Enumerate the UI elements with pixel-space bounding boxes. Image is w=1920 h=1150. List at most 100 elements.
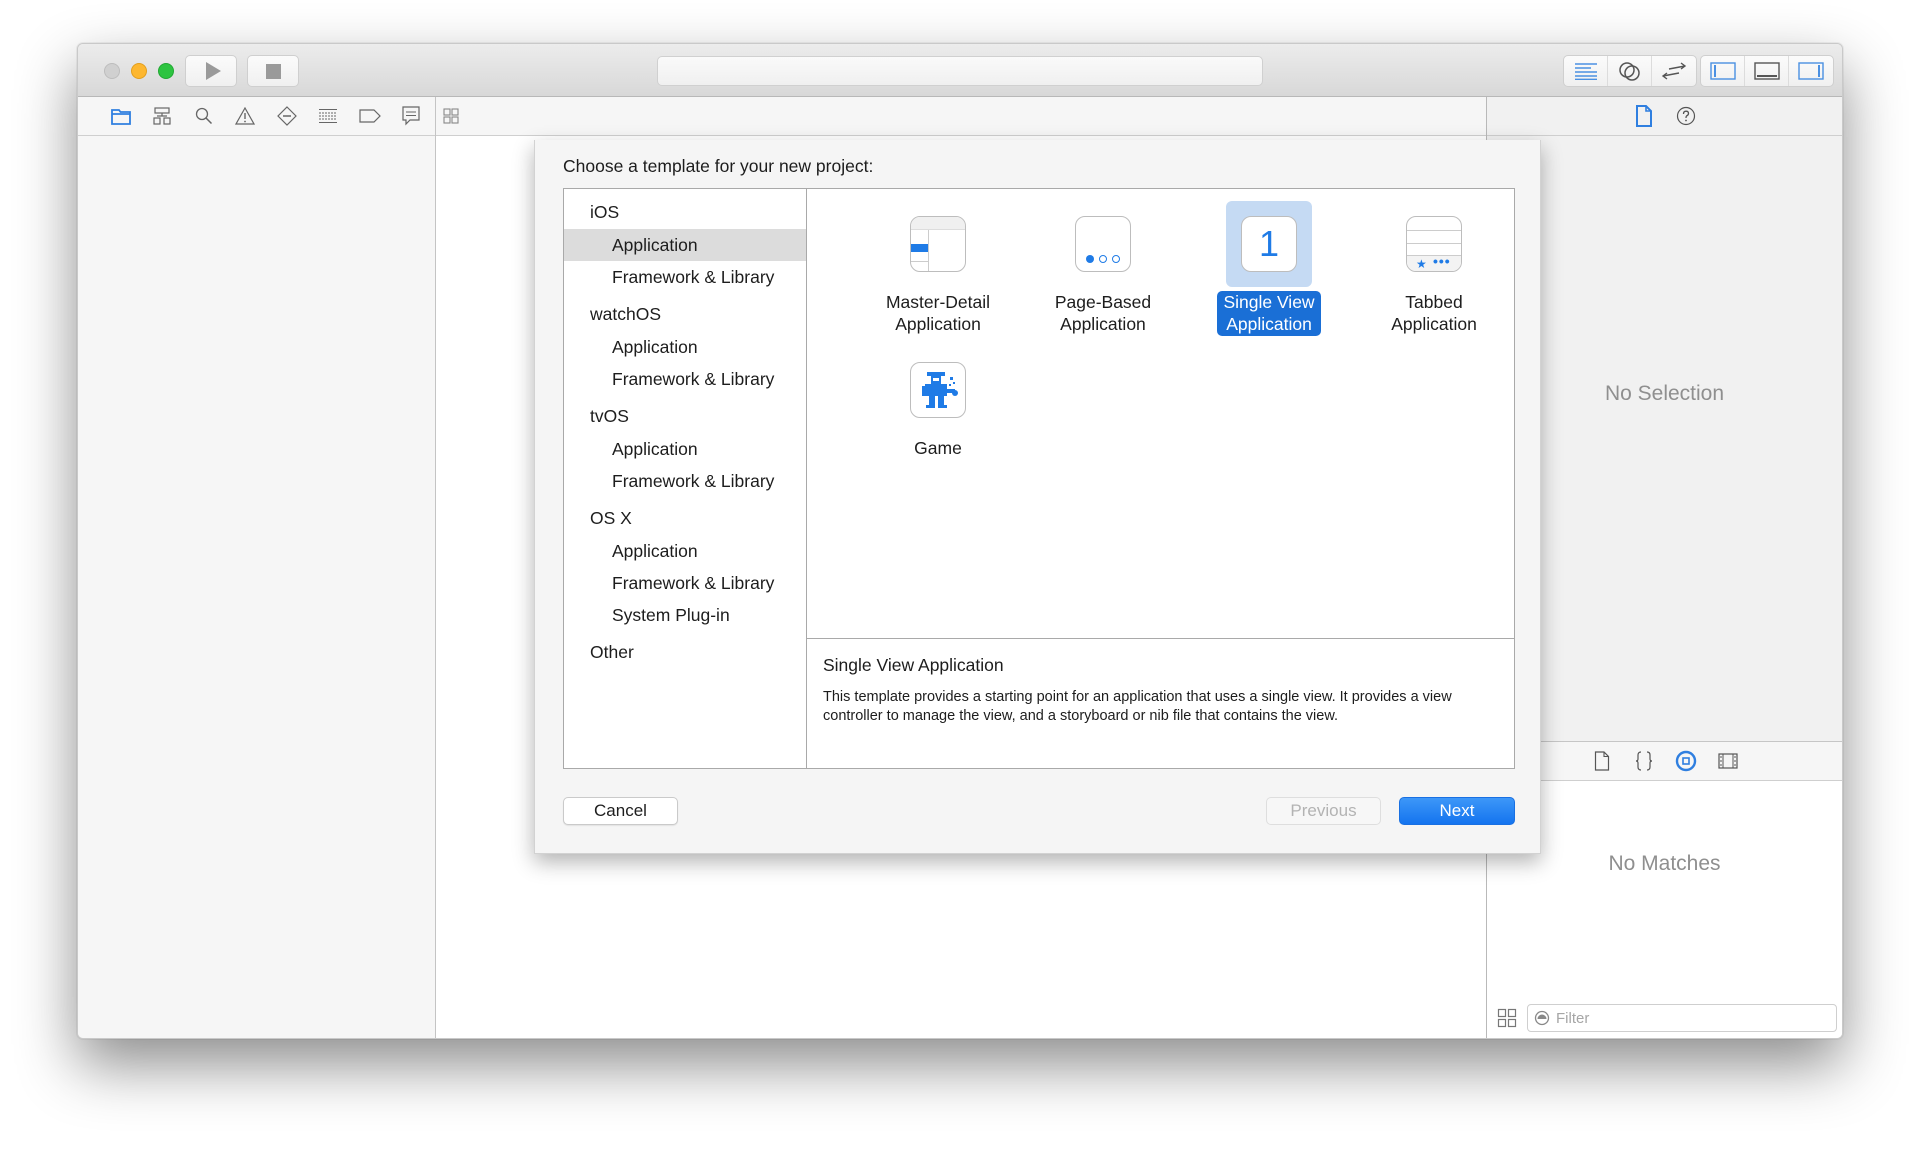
category-spacer [564, 669, 806, 673]
tab-symbol-navigator[interactable] [142, 101, 184, 131]
document-icon [1635, 105, 1652, 127]
game-robot-icon [910, 362, 966, 418]
navigator-tab-bar [78, 97, 435, 136]
tab-quick-help[interactable] [1675, 105, 1697, 127]
category-group[interactable]: Other [564, 635, 806, 669]
play-icon [205, 62, 221, 80]
next-button[interactable]: Next [1399, 797, 1515, 825]
utilities-toggle-button[interactable] [1789, 56, 1833, 86]
stop-icon [265, 63, 281, 79]
toolbar [78, 44, 1842, 97]
debug-area-toggle-button[interactable] [1745, 56, 1789, 86]
category-list: iOS Application Framework & Library watchOS… [564, 189, 807, 768]
template-description: Single View Application This template pr… [807, 639, 1514, 768]
category-item[interactable]: Application [564, 331, 806, 363]
bottom-panel-icon [1753, 62, 1780, 80]
question-circle-icon [1676, 106, 1695, 126]
tab-test-navigator[interactable] [266, 101, 308, 131]
braces-icon [1635, 751, 1652, 771]
no-matches-label: No Matches [1608, 852, 1721, 875]
cancel-button[interactable]: Cancel [563, 797, 678, 825]
tab-report-navigator[interactable] [391, 101, 433, 131]
tab-file-template-library[interactable] [1591, 750, 1613, 772]
template-label: Master-Detail Application [885, 292, 991, 334]
editor-mode-control [1563, 55, 1697, 87]
zoom-window-button[interactable] [158, 63, 174, 79]
navigator-panel [78, 97, 436, 1038]
run-button[interactable] [185, 55, 237, 87]
circle-square-icon [1675, 750, 1696, 772]
tab-debug-navigator[interactable] [308, 101, 350, 131]
diamond-minus-icon [276, 106, 297, 126]
category-item[interactable]: System Plug-in [564, 599, 806, 631]
dialog-title: Choose a template for your new project: [563, 156, 874, 176]
navigator-toggle-button[interactable] [1701, 56, 1745, 86]
category-group[interactable]: tvOS [564, 399, 806, 433]
speech-bubble-icon [402, 106, 420, 126]
tab-breakpoint-navigator[interactable] [349, 101, 391, 131]
search-icon [195, 107, 212, 125]
tab-file-inspector[interactable] [1633, 105, 1655, 127]
assistant-editor-button[interactable] [1608, 56, 1652, 86]
version-editor-button[interactable] [1652, 56, 1696, 86]
template-chooser-sheet: Choose a template for your new project: … [534, 140, 1541, 854]
category-group[interactable]: watchOS [564, 297, 806, 331]
template-label: Single View Application [1217, 291, 1321, 336]
template-master-detail[interactable]: Master-Detail Application [868, 201, 1008, 336]
standard-editor-button[interactable] [1564, 56, 1608, 86]
template-chooser: iOS Application Framework & Library watchOS… [563, 188, 1515, 769]
template-game[interactable]: Game [868, 347, 1008, 460]
related-items-icon[interactable] [442, 107, 460, 125]
category-item[interactable]: Framework & Library [564, 363, 806, 395]
category-item[interactable]: Framework & Library [564, 261, 806, 293]
breakpoint-tag-icon [359, 109, 381, 123]
template-single-view[interactable]: 1 Single View Application [1199, 201, 1339, 336]
folder-icon [110, 108, 131, 125]
minimize-window-button[interactable] [131, 63, 147, 79]
list-grid-icon [319, 108, 338, 124]
right-panel-icon [1798, 62, 1824, 80]
grid-view-icon[interactable] [1497, 1008, 1517, 1028]
category-item[interactable]: Application [564, 535, 806, 567]
category-group[interactable]: OS X [564, 501, 806, 535]
star-icon: ★ [1416, 257, 1427, 271]
tab-project-navigator[interactable] [100, 101, 142, 131]
category-item[interactable]: Application [564, 433, 806, 465]
hierarchy-icon [153, 107, 171, 125]
template-label: Page-Based Application [1054, 292, 1152, 334]
more-dots-icon: ••• [1433, 253, 1451, 269]
inspector-tab-bar [1487, 97, 1842, 136]
category-group[interactable]: iOS [564, 195, 806, 229]
template-icon-bg: 1 [1226, 201, 1312, 287]
tab-issue-navigator[interactable] [225, 101, 267, 131]
tab-bar-icon: ★ ••• [1406, 216, 1462, 272]
template-page-based[interactable]: Page-Based Application [1033, 201, 1173, 336]
filter-icon [1534, 1010, 1550, 1026]
view-toggle-control [1700, 55, 1834, 87]
description-title: Single View Application [823, 655, 1004, 675]
lines-icon [1574, 63, 1597, 80]
previous-button[interactable]: Previous [1266, 797, 1381, 825]
template-label: Tabbed Application [1391, 292, 1477, 334]
category-item[interactable]: Application [564, 229, 806, 261]
filter-field [1527, 1004, 1837, 1032]
template-icon-bg [895, 201, 981, 287]
stop-button[interactable] [247, 55, 299, 87]
jump-bar [436, 97, 1486, 136]
template-tabbed[interactable]: ★ ••• Tabbed Application [1364, 201, 1504, 336]
category-item[interactable]: Framework & Library [564, 465, 806, 497]
tab-find-navigator[interactable] [183, 101, 225, 131]
tab-object-library[interactable] [1675, 750, 1697, 772]
library-filter-bar [1487, 998, 1842, 1038]
template-label: Game [914, 438, 962, 458]
close-window-button[interactable] [104, 63, 120, 79]
film-icon [1717, 753, 1738, 769]
tab-media-library[interactable] [1717, 750, 1739, 772]
warning-icon [235, 107, 256, 125]
page-dots-icon [1075, 216, 1131, 272]
filter-input[interactable] [1556, 1009, 1816, 1027]
xcode-window: No Selection No Matches Filter Choose a … [77, 43, 1843, 1039]
category-item[interactable]: Framework & Library [564, 567, 806, 599]
tab-code-snippet-library[interactable] [1633, 750, 1655, 772]
single-view-icon-number: 1 [1258, 223, 1280, 264]
